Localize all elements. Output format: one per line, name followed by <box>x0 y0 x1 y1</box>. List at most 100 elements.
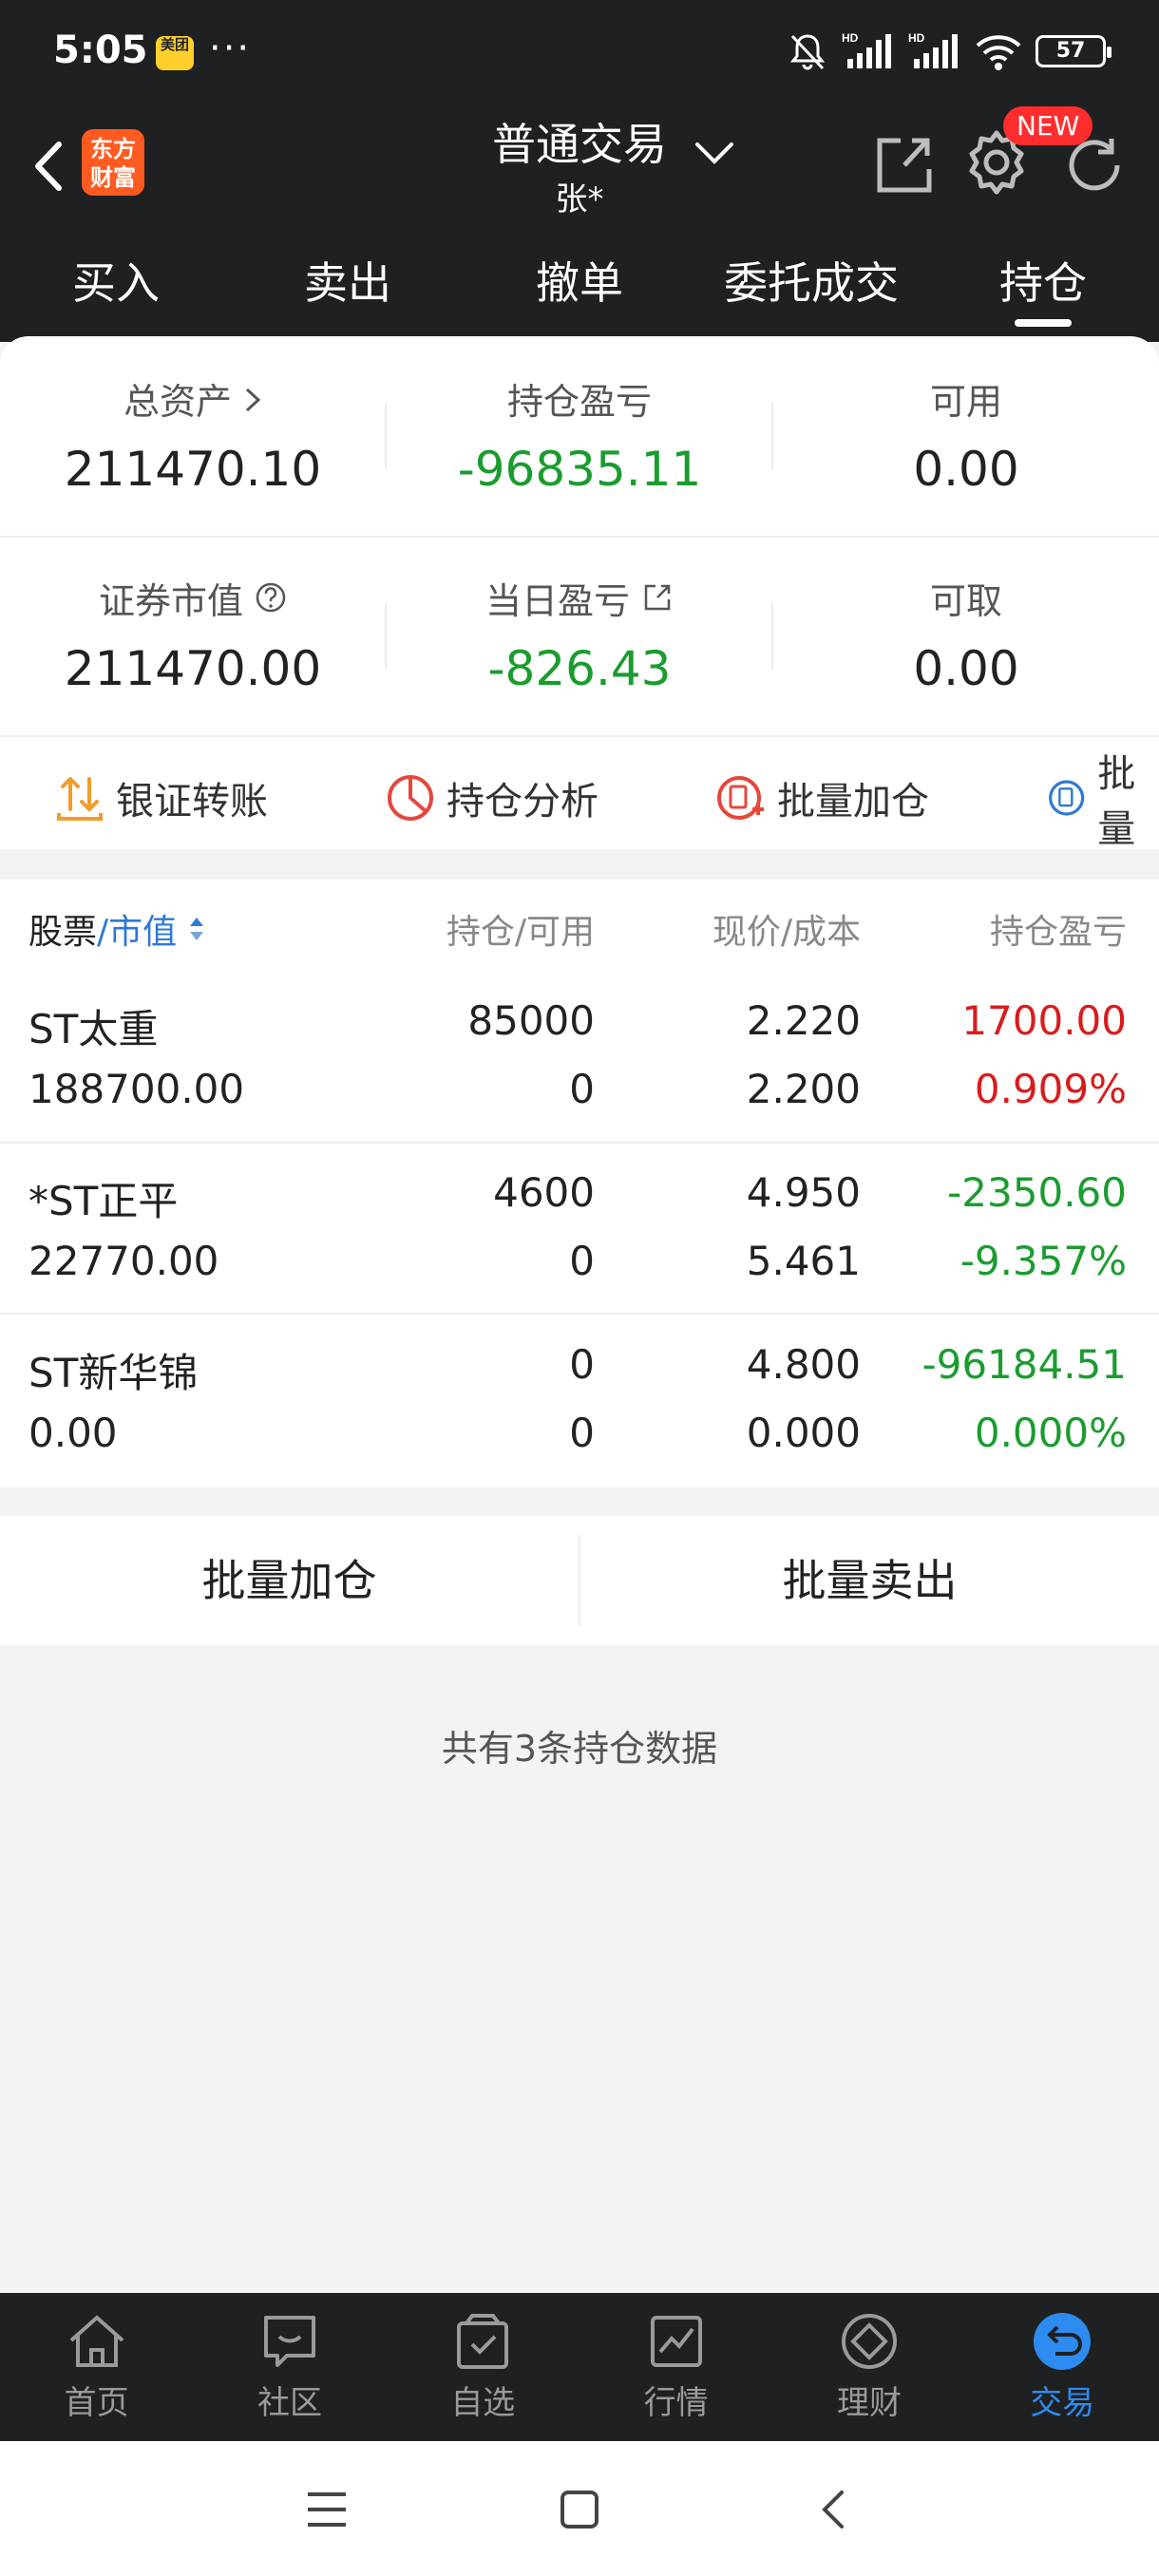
quick-action-batch[interactable]: 批量 <box>1045 752 1159 851</box>
quick-action-label: 批量加仓 <box>777 780 929 824</box>
wealth-icon <box>841 2314 897 2369</box>
status-bar: 5:05 美团 ··· HD HD 57 <box>0 0 1159 104</box>
stock-name: *ST正平 <box>28 1178 179 1224</box>
stock-market-value: 0.00 <box>28 1410 118 1456</box>
status-time: 5:05 <box>53 28 148 72</box>
market-value-stat: 证券市值 211470.00 <box>0 572 386 696</box>
position-pl-percent: 0.000% <box>974 1410 1127 1456</box>
current-price: 2.220 <box>746 997 861 1044</box>
available-qty: 0 <box>569 1066 595 1112</box>
meituan-notification-icon: 美团 <box>156 36 194 70</box>
wifi-icon <box>976 35 1021 70</box>
divider <box>0 735 1159 737</box>
home-square-icon[interactable] <box>559 2489 600 2530</box>
system-navigation-bar <box>0 2441 1159 2576</box>
batch-add-button[interactable]: 批量加仓 <box>0 1516 579 1645</box>
tab-cancel[interactable]: 撤单 <box>464 228 695 332</box>
cost-price: 0.000 <box>746 1410 861 1456</box>
total-assets-stat[interactable]: 总资产 211470.10 <box>0 372 386 497</box>
cost-price: 2.200 <box>746 1066 861 1112</box>
nav-wealth[interactable]: 理财 <box>772 2293 965 2441</box>
nav-watchlist[interactable]: 自选 <box>387 2293 580 2441</box>
available-stat: 可用 0.00 <box>773 372 1159 497</box>
pie-chart-icon <box>388 775 433 821</box>
quick-action-analysis[interactable]: 持仓分析 <box>384 769 598 826</box>
nav-market[interactable]: 行情 <box>580 2293 772 2441</box>
trade-icon <box>1034 2313 1092 2370</box>
nav-home[interactable]: 首页 <box>0 2293 193 2441</box>
header-stock: 股票 <box>28 913 98 952</box>
nav-label: 行情 <box>643 2384 709 2422</box>
stock-market-value: 22770.00 <box>28 1238 219 1284</box>
trade-tabs: 买入 卖出 撤单 委托成交 持仓 <box>0 228 1159 332</box>
daily-pl-stat: 当日盈亏 -826.43 <box>387 572 772 696</box>
svg-text:HD: HD <box>842 31 859 45</box>
quick-action-label: 持仓分析 <box>446 780 598 824</box>
row-divider <box>0 1313 1159 1315</box>
refresh-icon[interactable] <box>1060 131 1130 201</box>
position-pl-amount: -96184.51 <box>922 1341 1127 1388</box>
nav-label: 交易 <box>1030 2384 1095 2422</box>
divider <box>0 536 1159 538</box>
watchlist-icon <box>457 2314 509 2369</box>
available-qty: 0 <box>569 1410 595 1456</box>
nav-community[interactable]: 社区 <box>193 2293 386 2441</box>
sort-arrows-icon <box>189 918 203 940</box>
position-pl-stat: 持仓盈亏 -96835.11 <box>387 372 772 497</box>
holdings-count-text: 共有3条持仓数据 <box>441 1728 718 1770</box>
header-slash: / <box>97 913 109 952</box>
position-pl-label: 持仓盈亏 <box>506 381 652 423</box>
batch-icon <box>1049 780 1085 816</box>
external-link-small-icon[interactable] <box>641 581 674 614</box>
position-qty: 4600 <box>493 1169 595 1216</box>
quick-action-transfer[interactable]: 银证转账 <box>53 769 268 826</box>
cost-price: 5.461 <box>746 1238 861 1284</box>
battery-indicator: 57 <box>1036 35 1112 67</box>
batch-sell-button[interactable]: 批量卖出 <box>580 1516 1159 1645</box>
position-pl-amount: 1700.00 <box>961 997 1127 1044</box>
transfer-icon <box>57 777 103 821</box>
header-position-pl[interactable]: 持仓盈亏 <box>893 904 1127 954</box>
sort-header-stock-value[interactable]: 股票/市值 <box>28 904 205 954</box>
community-icon <box>263 2316 315 2367</box>
nav-trade[interactable]: 交易 <box>966 2293 1159 2441</box>
withdrawable-stat: 可取 0.00 <box>773 572 1159 696</box>
menu-icon[interactable] <box>306 2489 348 2530</box>
tab-buy[interactable]: 买入 <box>0 228 232 332</box>
help-circle-icon[interactable] <box>255 581 287 614</box>
header-position-available[interactable]: 持仓/可用 <box>361 904 595 954</box>
nav-label: 自选 <box>450 2384 516 2422</box>
nav-label: 社区 <box>256 2384 322 2422</box>
tab-sell[interactable]: 卖出 <box>232 228 464 332</box>
quick-action-batch-add[interactable]: 批量加仓 <box>714 769 929 826</box>
row-divider <box>0 1142 1159 1144</box>
header-price-cost[interactable]: 现价/成本 <box>627 904 861 954</box>
chevron-down-icon[interactable] <box>694 139 735 167</box>
position-pl-percent: -9.357% <box>960 1238 1127 1284</box>
signal-hd-2-icon: HD <box>908 31 958 68</box>
mute-bell-icon <box>789 34 826 70</box>
chevron-right-icon <box>246 388 261 412</box>
home-icon <box>69 2315 124 2367</box>
available-label: 可用 <box>929 381 1002 423</box>
available-value: 0.00 <box>913 442 1019 497</box>
more-notifications-icon: ··· <box>209 27 252 70</box>
batch-add-icon <box>717 776 764 820</box>
position-pl-percent: 0.909% <box>974 1066 1127 1112</box>
daily-pl-label: 当日盈亏 <box>387 572 772 624</box>
market-value-label: 证券市值 <box>0 572 386 624</box>
current-price: 4.950 <box>746 1169 861 1216</box>
stock-market-value: 188700.00 <box>28 1066 245 1112</box>
external-link-icon[interactable] <box>872 131 935 198</box>
tab-positions[interactable]: 持仓 <box>927 228 1159 332</box>
withdrawable-label: 可取 <box>929 580 1002 622</box>
app-header: 东方 财富 普通交易 张* NEW <box>0 104 1159 228</box>
tab-orders[interactable]: 委托成交 <box>695 228 927 332</box>
stock-name: ST太重 <box>28 1006 159 1052</box>
back-triangle-icon[interactable] <box>813 2489 855 2530</box>
batch-actions-bar: 批量加仓 批量卖出 <box>0 1516 1159 1645</box>
position-pl-amount: -2350.60 <box>947 1169 1127 1216</box>
quick-action-label: 批量 <box>1097 752 1136 851</box>
position-qty: 85000 <box>467 997 595 1044</box>
total-assets-value: 211470.10 <box>64 442 322 497</box>
